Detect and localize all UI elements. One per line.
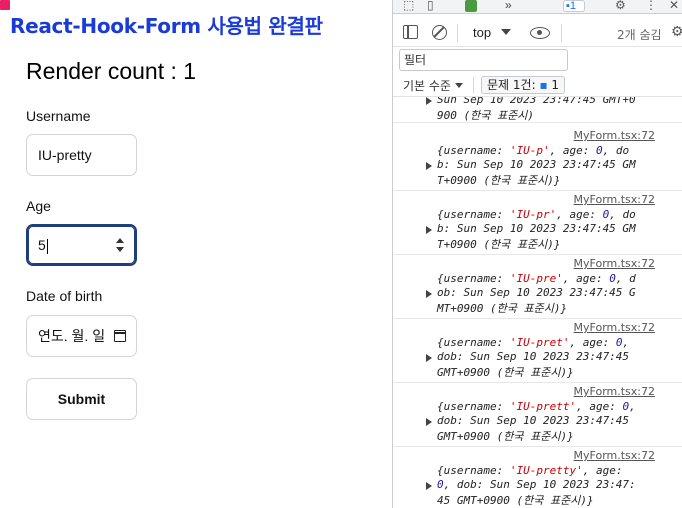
age-label: Age: [26, 198, 51, 214]
chevron-down-icon[interactable]: [455, 83, 463, 88]
log-line: {username: 'IU-pret', age: 0,: [437, 336, 630, 349]
log-line: {username: 'IU-prett', age: 0,: [437, 400, 636, 413]
log-line: {username: 'IU-pr', age: 0, do: [437, 208, 636, 221]
log-line: b: Sun Sep 10 2023 23:47:45 GM: [437, 222, 636, 235]
log-entry[interactable]: Sun Sep 10 2023 23:47:45 GMT+0 900 (한국 표…: [393, 97, 682, 123]
log-line: T+0900 (한국 표준시)}: [437, 174, 561, 187]
text-caret: [46, 238, 48, 254]
sidebar-toggle-icon[interactable]: [403, 25, 418, 39]
page-title: React-Hook-Form 사용법 완결판: [10, 14, 323, 38]
issues-chip[interactable]: 문제 1건: ▪ 1: [481, 76, 566, 94]
console-toolbar: top 2개 숨김 ⚙: [393, 15, 682, 47]
log-source-link[interactable]: MyForm.tsx:72: [574, 193, 655, 206]
divider: [561, 24, 562, 42]
console-settings-icon[interactable]: ⚙: [671, 23, 682, 40]
log-source-link[interactable]: MyForm.tsx:72: [574, 385, 655, 398]
log-line: ob: Sun Sep 10 2023 23:47:45 G: [437, 286, 636, 299]
filter-row: 필터: [393, 47, 682, 73]
stepper-down-icon[interactable]: [116, 247, 124, 252]
log-line: 0, dob: Sun Sep 10 2023 23:47:: [437, 478, 636, 491]
log-entry[interactable]: MyForm.tsx:72 {username: 'IU-pr', age: 0…: [393, 191, 682, 255]
kebab-menu-icon[interactable]: ⋮: [645, 0, 657, 13]
log-line: dob: Sun Sep 10 2023 23:47:45: [437, 350, 630, 363]
inspect-element-icon[interactable]: ⬚: [403, 0, 414, 13]
live-expression-eye-icon[interactable]: [530, 27, 550, 39]
filter-input[interactable]: 필터: [399, 49, 568, 71]
issues-label: 문제 1건:: [487, 78, 536, 92]
submit-button[interactable]: Submit: [26, 378, 137, 420]
context-selector[interactable]: top: [473, 25, 491, 40]
log-line: MT+0900 (한국 표준시)}: [437, 302, 568, 315]
log-entry[interactable]: MyForm.tsx:72 {username: 'IU-prett', age…: [393, 383, 682, 447]
expand-arrow-icon[interactable]: [426, 418, 432, 426]
settings-gear-icon[interactable]: ⚙: [615, 0, 626, 13]
dob-label: Date of birth: [26, 288, 103, 304]
expand-arrow-icon[interactable]: [426, 354, 432, 362]
devtools-tab-bar: ⬚ ▯ » ▪1 ⚙ ⋮ ✕: [393, 0, 682, 14]
age-value: 5: [38, 237, 46, 253]
close-icon[interactable]: ✕: [669, 0, 679, 13]
log-entry[interactable]: MyForm.tsx:72 {username: 'IU-pret', age:…: [393, 319, 682, 383]
log-line: {username: 'IU-p', age: 0, do: [437, 144, 630, 157]
log-line: 45 GMT+0900 (한국 표준시)}: [437, 494, 594, 507]
log-line: {username: 'IU-pre', age: 0, d: [437, 272, 636, 285]
log-levels-dropdown[interactable]: 기본 수준: [403, 77, 451, 94]
log-line: dob: Sun Sep 10 2023 23:47:45: [437, 414, 630, 427]
expand-arrow-icon[interactable]: [426, 226, 432, 234]
log-line: GMT+0900 (한국 표준시)}: [437, 366, 574, 379]
log-line: 900 (한국 표준시): [437, 109, 534, 122]
log-line: GMT+0900 (한국 표준시)}: [437, 430, 574, 443]
log-source-link[interactable]: MyForm.tsx:72: [574, 257, 655, 270]
app-pane: React-Hook-Form 사용법 완결판 Render count : 1…: [0, 0, 392, 508]
username-value: IU-pretty: [38, 147, 92, 163]
hidden-count[interactable]: 2개 숨김: [617, 26, 662, 43]
console-log-list: Sun Sep 10 2023 23:47:45 GMT+0 900 (한국 표…: [393, 97, 682, 508]
issue-flag-icon: ▪: [539, 78, 548, 92]
chevron-down-icon[interactable]: [501, 29, 511, 35]
clear-console-icon[interactable]: [432, 25, 447, 40]
calendar-icon[interactable]: [114, 330, 126, 342]
log-line: b: Sun Sep 10 2023 23:47:45 GM: [437, 158, 636, 171]
log-line: T+0900 (한국 표준시)}: [437, 238, 561, 251]
more-tabs-icon[interactable]: »: [505, 0, 512, 13]
log-line: Sun Sep 10 2023 23:47:45 GMT+0: [437, 97, 636, 106]
divider: [473, 77, 474, 93]
corner-badge-icon: [0, 0, 10, 10]
username-input[interactable]: IU-pretty: [26, 134, 137, 176]
age-stepper[interactable]: [115, 236, 125, 254]
log-source-link[interactable]: MyForm.tsx:72: [574, 129, 655, 142]
age-input[interactable]: 5: [26, 224, 137, 266]
log-entry[interactable]: MyForm.tsx:72 {username: 'IU-pretty', ag…: [393, 447, 682, 508]
levels-row: 기본 수준 문제 1건: ▪ 1: [393, 73, 682, 97]
log-line: {username: 'IU-pretty', age:: [437, 464, 623, 477]
log-source-link[interactable]: MyForm.tsx:72: [574, 321, 655, 334]
expand-arrow-icon[interactable]: [426, 290, 432, 298]
render-count: Render count : 1: [26, 58, 197, 84]
extension-icon[interactable]: [465, 0, 477, 12]
divider: [457, 24, 458, 42]
issues-counter[interactable]: ▪1: [563, 0, 585, 12]
issues-count: 1: [551, 78, 560, 92]
log-entry[interactable]: MyForm.tsx:72 {username: 'IU-pre', age: …: [393, 255, 682, 319]
log-source-link[interactable]: MyForm.tsx:72: [574, 449, 655, 462]
expand-arrow-icon[interactable]: [426, 97, 432, 105]
stepper-up-icon[interactable]: [116, 238, 124, 243]
username-label: Username: [26, 108, 91, 124]
dob-placeholder: 연도. 월. 일: [38, 328, 106, 344]
device-toolbar-icon[interactable]: ▯: [427, 0, 434, 13]
devtools-pane: ⬚ ▯ » ▪1 ⚙ ⋮ ✕ top 2개 숨김 ⚙ 필터 기본 수준 문제 1…: [392, 0, 682, 508]
expand-arrow-icon[interactable]: [426, 482, 432, 490]
log-entry[interactable]: MyForm.tsx:72 {username: 'IU-p', age: 0,…: [393, 127, 682, 191]
dob-input[interactable]: 연도. 월. 일: [26, 315, 137, 357]
expand-arrow-icon[interactable]: [426, 162, 432, 170]
